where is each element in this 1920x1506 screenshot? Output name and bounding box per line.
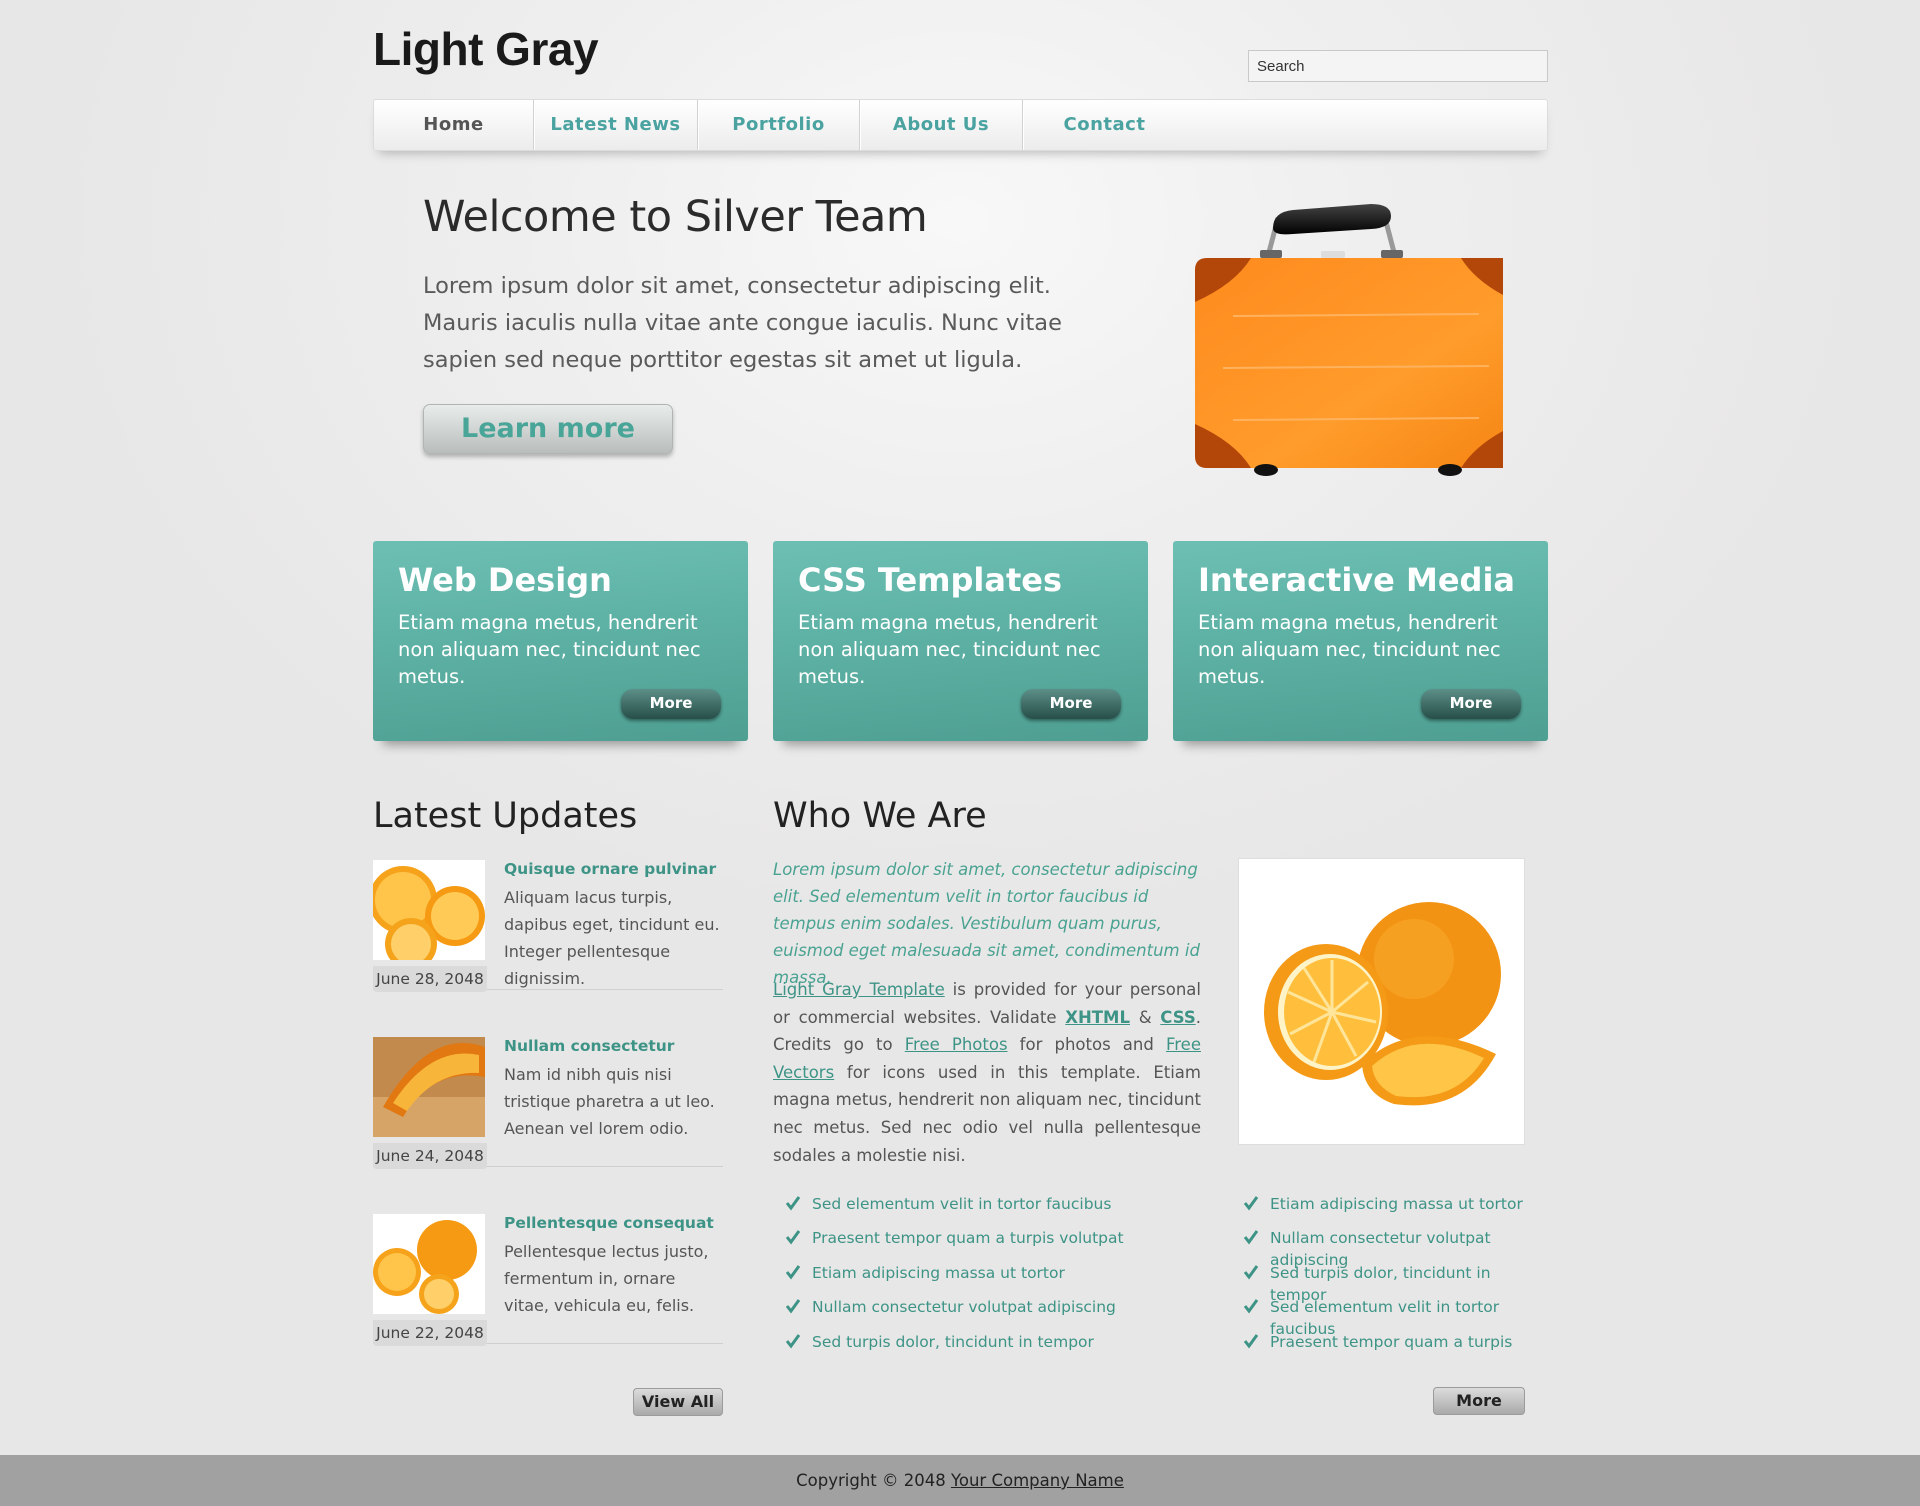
list-item-text: Sed elementum velit in tortor faucibus bbox=[812, 1195, 1112, 1213]
update-text: Pellentesque lectus justo, fermentum in,… bbox=[504, 1242, 709, 1315]
list-item: Nullam consectetur volutpat adipiscing bbox=[1243, 1227, 1548, 1269]
nav-latest-news[interactable]: Latest News bbox=[534, 100, 698, 150]
feature-text: Etiam magna metus, hendrerit non aliquam… bbox=[398, 611, 701, 688]
list-item: Praesent tempor quam a turpis bbox=[1243, 1331, 1548, 1365]
nav-home[interactable]: Home bbox=[374, 100, 534, 150]
orange-slice-thumbnail[interactable] bbox=[373, 1037, 485, 1137]
about-intro: Lorem ipsum dolor sit amet, consectetur … bbox=[773, 860, 1200, 987]
learn-more-button[interactable]: Learn more bbox=[423, 404, 673, 454]
orange-thumbnail[interactable] bbox=[373, 860, 485, 960]
hero-text: Lorem ipsum dolor sit amet, consectetur … bbox=[423, 273, 1062, 373]
feature-box-web-design: Web Design Etiam magna metus, hendrerit … bbox=[373, 541, 748, 741]
feature-title: Interactive Media bbox=[1198, 561, 1516, 599]
view-all-button[interactable]: View All bbox=[633, 1388, 723, 1416]
list-item: Etiam adipiscing massa ut tortor bbox=[785, 1262, 1185, 1296]
list-item: Sed turpis dolor, tincidunt in tempor bbox=[1243, 1262, 1548, 1304]
update-title[interactable]: Nullam consectetur bbox=[504, 1037, 674, 1055]
update-item: Quisque ornare pulvinar Aliquam lacus tu… bbox=[373, 860, 723, 992]
who-we-are-title: Who We Are bbox=[773, 796, 987, 836]
more-button[interactable]: More bbox=[1433, 1387, 1525, 1415]
check-icon bbox=[1243, 1196, 1259, 1211]
about-text-part: for icons used in this template. Etiam m… bbox=[773, 1062, 1201, 1165]
feature-more-button[interactable]: More bbox=[621, 689, 721, 719]
search-input[interactable] bbox=[1248, 50, 1548, 82]
feature-box-interactive-media: Interactive Media Etiam magna metus, hen… bbox=[1173, 541, 1548, 741]
about-text-part: & bbox=[1129, 1007, 1161, 1027]
list-item: Nullam consectetur volutpat adipiscing bbox=[785, 1296, 1185, 1330]
update-text: Aliquam lacus turpis, dapibus eget, tinc… bbox=[504, 888, 720, 988]
free-photos-link[interactable]: Free Photos bbox=[905, 1035, 1008, 1054]
update-date: June 22, 2048 bbox=[373, 1320, 487, 1346]
feature-more-button[interactable]: More bbox=[1021, 689, 1121, 719]
check-icon bbox=[785, 1264, 801, 1280]
check-icon bbox=[785, 1230, 801, 1245]
feature-box-css-templates: CSS Templates Etiam magna metus, hendrer… bbox=[773, 541, 1148, 741]
check-icon bbox=[785, 1333, 801, 1349]
list-item-text: Praesent tempor quam a turpis volutpat bbox=[812, 1229, 1124, 1248]
list-item: Sed turpis dolor, tincidunt in tempor bbox=[785, 1331, 1185, 1365]
update-title[interactable]: Quisque ornare pulvinar bbox=[504, 860, 716, 878]
check-icon bbox=[1243, 1333, 1259, 1349]
check-icon bbox=[785, 1299, 801, 1314]
feature-list-left: Sed elementum velit in tortor faucibus P… bbox=[785, 1193, 1185, 1365]
feature-title: CSS Templates bbox=[798, 561, 1063, 599]
orange-thumbnail[interactable] bbox=[373, 1214, 485, 1314]
footer: Copyright © 2048 Your Company Name bbox=[0, 1455, 1920, 1506]
feature-title: Web Design bbox=[398, 561, 612, 599]
feature-text: Etiam magna metus, hendrerit non aliquam… bbox=[1198, 611, 1501, 688]
copyright-text: Copyright © 2048 bbox=[796, 1471, 951, 1490]
site-logo[interactable]: Light Gray bbox=[373, 22, 599, 76]
about-body: Light Gray Template is provided for your… bbox=[773, 976, 1201, 1169]
list-item: Etiam adipiscing massa ut tortor bbox=[1243, 1193, 1548, 1227]
list-item-text: Etiam adipiscing massa ut tortor bbox=[1270, 1195, 1523, 1213]
latest-updates-title: Latest Updates bbox=[373, 796, 638, 836]
update-date: June 28, 2048 bbox=[373, 966, 487, 992]
list-item: Sed elementum velit in tortor faucibus bbox=[1243, 1296, 1548, 1338]
company-link[interactable]: Your Company Name bbox=[951, 1471, 1124, 1490]
update-item: Pellentesque consequat Pellentesque lect… bbox=[373, 1214, 723, 1346]
main-nav: Home Latest News Portfolio About Us Cont… bbox=[373, 99, 1548, 151]
nav-portfolio[interactable]: Portfolio bbox=[698, 100, 860, 150]
update-date: June 24, 2048 bbox=[373, 1143, 487, 1169]
check-icon bbox=[1243, 1230, 1259, 1245]
hero-title: Welcome to Silver Team bbox=[423, 192, 928, 242]
list-item-text: Etiam adipiscing massa ut tortor bbox=[812, 1263, 1065, 1282]
list-item: Praesent tempor quam a turpis volutpat bbox=[785, 1227, 1185, 1261]
feature-text: Etiam magna metus, hendrerit non aliquam… bbox=[798, 611, 1101, 688]
list-item-text: Sed turpis dolor, tincidunt in tempor bbox=[812, 1332, 1094, 1351]
list-item-text: Praesent tempor quam a turpis bbox=[1270, 1332, 1513, 1351]
nav-about-us[interactable]: About Us bbox=[860, 100, 1023, 150]
template-link[interactable]: Light Gray Template bbox=[773, 980, 945, 999]
update-text: Nam id nibh quis nisi tristique pharetra… bbox=[504, 1065, 715, 1138]
check-icon bbox=[1243, 1264, 1259, 1280]
xhtml-link[interactable]: XHTML bbox=[1065, 1008, 1130, 1027]
css-link[interactable]: CSS bbox=[1160, 1008, 1195, 1027]
suitcase-image bbox=[1195, 204, 1503, 476]
oranges-photo bbox=[1238, 858, 1525, 1145]
check-icon bbox=[1243, 1299, 1259, 1314]
about-text-part: for photos and bbox=[1007, 1035, 1166, 1055]
list-item-text: Nullam consectetur volutpat adipiscing bbox=[812, 1298, 1116, 1317]
check-icon bbox=[785, 1196, 801, 1211]
update-title[interactable]: Pellentesque consequat bbox=[504, 1214, 714, 1232]
list-item: Sed elementum velit in tortor faucibus bbox=[785, 1193, 1185, 1227]
feature-more-button[interactable]: More bbox=[1421, 689, 1521, 719]
update-item: Nullam consectetur Nam id nibh quis nisi… bbox=[373, 1037, 723, 1169]
feature-list-right: Etiam adipiscing massa ut tortor Nullam … bbox=[1243, 1193, 1548, 1365]
nav-contact[interactable]: Contact bbox=[1023, 100, 1186, 150]
